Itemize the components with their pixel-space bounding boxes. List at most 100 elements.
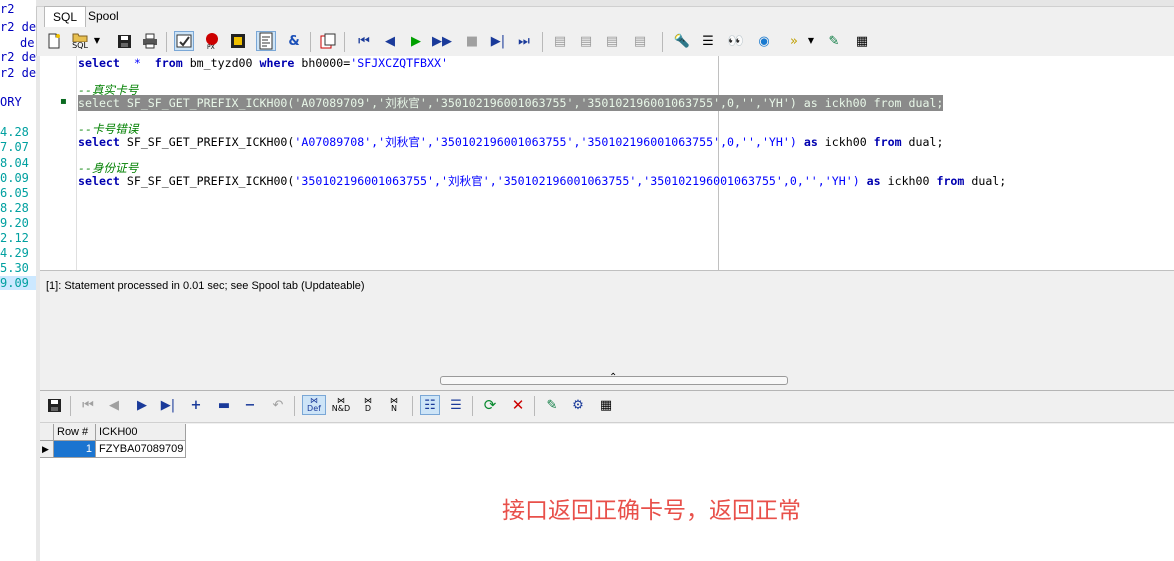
hint-icon[interactable]: ◉ <box>754 31 774 51</box>
commit-icon[interactable] <box>228 31 248 51</box>
new-icon[interactable] <box>44 31 64 51</box>
properties-icon[interactable]: ☰ <box>698 31 718 51</box>
grid-toolbar: ⏮ ◀ ▶ ▶| + ▬ − ↶ ⋈ Def ⋈ N&D ⋈ D ⋈ N ☷ ☰ ⟳ ✕… <box>40 392 1174 423</box>
status-panel: [1]: Statement processed in 0.01 sec; se… <box>40 272 1174 373</box>
identifier: dual; <box>964 174 1007 188</box>
left-fragment: ORY <box>0 95 22 109</box>
toolbar-separator <box>166 32 167 52</box>
splitter-handle[interactable]: ⌃ <box>440 372 788 385</box>
editor-gutter: ▪ <box>40 56 77 270</box>
identifier: ickh00 <box>880 174 937 188</box>
left-fragment: r2 de <box>0 66 37 80</box>
def-filter-button[interactable]: ⋈ Def <box>302 395 326 415</box>
function-name: SF_SF_GET_PREFIX_ICKH00( <box>119 135 295 149</box>
stop-icon[interactable]: ■ <box>462 31 482 51</box>
left-fragment: 0.09 <box>0 171 29 185</box>
open-sql-icon[interactable]: SQL <box>70 31 90 51</box>
record-view-icon[interactable]: ☰ <box>446 395 466 415</box>
edit-record-icon[interactable]: ▬ <box>214 395 234 415</box>
toolbar-separator <box>472 396 473 416</box>
row-number-cell[interactable]: 1 <box>54 441 96 458</box>
keyword: as <box>866 174 881 188</box>
sql-toolbar: SQL ▼ PX & ⏮ ◀ ▶ ▶▶ ■ ▶| ⏭ ▤ ▤ ▤ ▤ 🔦 ☰ 👀… <box>40 28 1174 57</box>
execute-icon[interactable] <box>174 31 194 51</box>
find-object-icon[interactable]: 🔦 <box>672 31 692 51</box>
toolbar-separator <box>662 32 663 52</box>
ickh00-cell[interactable]: FZYBA07089709 <box>96 441 186 458</box>
left-fragment: 8.28 <box>0 201 29 215</box>
grid-corner <box>40 424 54 441</box>
right-margin-line <box>718 56 719 270</box>
explain-plan-icon[interactable]: PX <box>202 31 222 51</box>
keyword: from <box>154 56 183 70</box>
operator: * <box>119 56 155 70</box>
identifier: bm_tyzd00 <box>182 56 260 70</box>
keyword: as <box>803 135 818 149</box>
describe-icon[interactable]: ✎ <box>824 31 844 51</box>
export-icon[interactable]: ✎ <box>542 395 562 415</box>
keyword: select <box>78 135 120 149</box>
highlight-icon[interactable]: » <box>784 31 804 51</box>
grid-settings-icon[interactable]: ▦ <box>596 395 616 415</box>
n-filter-button[interactable]: ⋈ N <box>384 395 404 415</box>
row-indicator-icon[interactable]: ▶ <box>40 441 54 458</box>
left-fragment: r2 de <box>0 20 37 34</box>
left-fragment-selected[interactable]: 9.09 <box>0 276 36 290</box>
first-icon[interactable]: ⏮ <box>354 31 374 51</box>
cancel-icon[interactable]: ✕ <box>508 395 528 415</box>
last-record-icon[interactable]: ▶| <box>158 395 178 415</box>
left-fragment: 7.07 <box>0 140 29 154</box>
binoculars-icon[interactable]: 👀 <box>726 31 746 51</box>
doc-2-icon[interactable]: ▤ <box>576 31 596 51</box>
query-icon[interactable]: ⚙ <box>568 395 588 415</box>
run-icon[interactable]: ▶ <box>406 31 426 51</box>
pane-splitter[interactable]: ⌃ <box>40 372 1174 391</box>
grid-settings-icon[interactable]: ▦ <box>852 31 872 51</box>
beautify-icon[interactable] <box>256 31 276 51</box>
svg-text:PX: PX <box>207 44 215 50</box>
print-icon[interactable] <box>140 31 160 51</box>
function-name: SF_SF_GET_PREFIX_ICKH00( <box>119 174 295 188</box>
tab-spool[interactable]: Spool <box>80 6 127 26</box>
doc-1-icon[interactable]: ▤ <box>550 31 570 51</box>
run-to-end-icon[interactable]: ▶▶ <box>432 31 452 51</box>
save-icon[interactable] <box>114 31 134 51</box>
copy-icon[interactable] <box>318 31 338 51</box>
left-fragment: 5.30 <box>0 261 29 275</box>
nd-filter-button[interactable]: ⋈ N&D <box>330 395 352 415</box>
arguments: '350102196001063755','刘秋官','350102196001… <box>294 174 860 188</box>
dropdown-icon[interactable]: ▼ <box>92 31 102 51</box>
refresh-icon[interactable]: ⟳ <box>480 395 500 415</box>
prior-record-icon[interactable]: ◀ <box>104 395 124 415</box>
d-label: D <box>364 404 372 413</box>
last-icon[interactable]: ⏭ <box>514 31 534 51</box>
current-statement-marker-icon: ▪ <box>60 96 67 107</box>
add-record-icon[interactable]: + <box>186 395 206 415</box>
next-icon[interactable]: ▶| <box>488 31 508 51</box>
delete-record-icon[interactable]: − <box>240 395 260 415</box>
next-record-icon[interactable]: ▶ <box>132 395 152 415</box>
first-record-icon[interactable]: ⏮ <box>78 395 98 415</box>
grid-view-icon[interactable]: ☷ <box>420 395 440 415</box>
column-header-ickh00[interactable]: ICKH00 <box>96 424 186 441</box>
undo-icon[interactable]: ↶ <box>268 395 288 415</box>
d-filter-button[interactable]: ⋈ D <box>358 395 378 415</box>
chevron-up-icon: ⌃ <box>609 372 618 383</box>
left-fragment: 4.29 <box>0 246 29 260</box>
annotation-text: 接口返回正确卡号，返回正常 <box>502 498 801 524</box>
sql-line-4: select SF_SF_GET_PREFIX_ICKH00('35010219… <box>78 173 1006 189</box>
sql-editor[interactable]: ▪ select * from bm_tyzd00 where bh0000='… <box>40 56 1174 271</box>
column-header-row[interactable]: Row # <box>54 424 96 441</box>
toolbar-separator <box>412 396 413 416</box>
editor-tabs: SQL Spool <box>40 6 1174 28</box>
doc-4-icon[interactable]: ▤ <box>630 31 650 51</box>
sql-line-highlighted: select SF_SF_GET_PREFIX_ICKH00('A0708970… <box>78 95 944 111</box>
status-message: [1]: Statement processed in 0.01 sec; se… <box>46 280 365 292</box>
save-icon[interactable] <box>44 395 64 415</box>
keyword: from <box>936 174 965 188</box>
def-label: Def <box>307 404 321 413</box>
doc-3-icon[interactable]: ▤ <box>602 31 622 51</box>
dropdown-icon[interactable]: ▼ <box>806 31 816 51</box>
ampersand-icon[interactable]: & <box>284 31 304 51</box>
prior-icon[interactable]: ◀ <box>380 31 400 51</box>
